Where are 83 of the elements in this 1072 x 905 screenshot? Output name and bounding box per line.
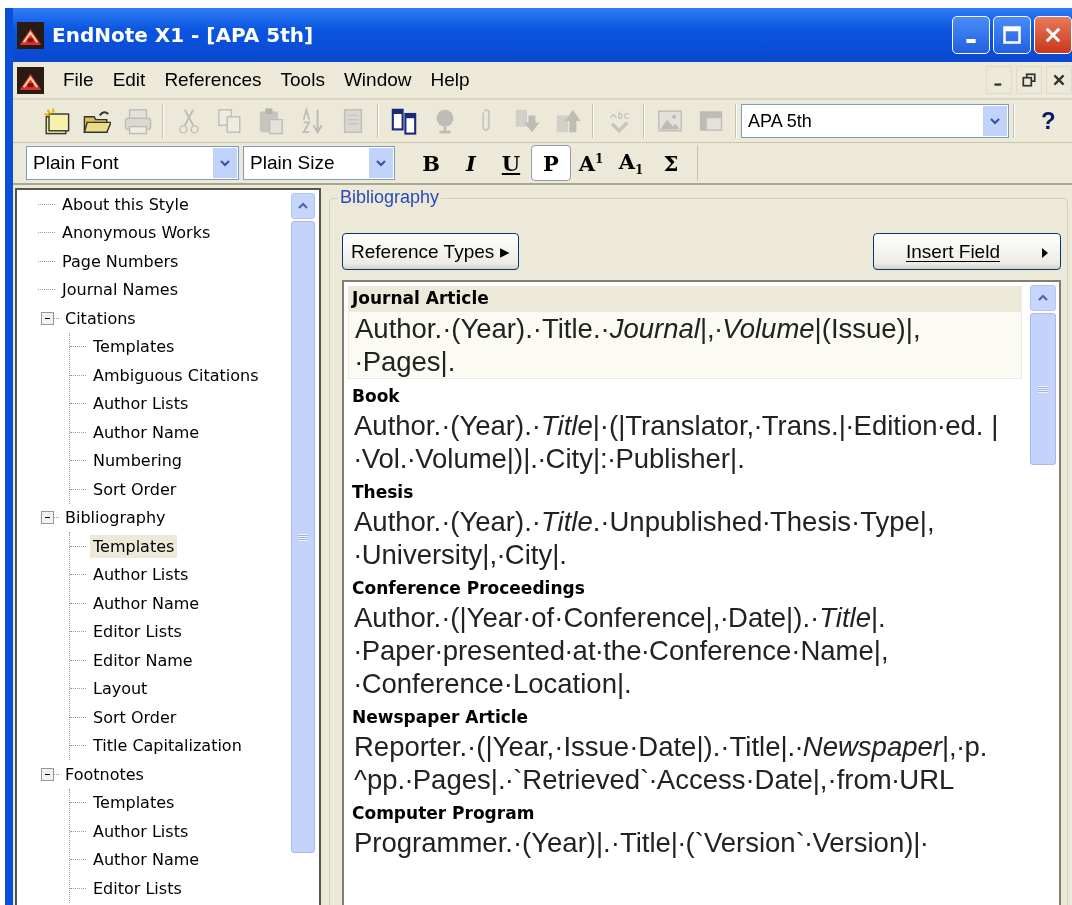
- tree-item[interactable]: Author Lists: [90, 819, 192, 843]
- underline-button[interactable]: U: [491, 145, 531, 181]
- reference-type-heading: Computer Program: [351, 802, 536, 825]
- maximize-button[interactable]: [993, 16, 1031, 54]
- document-logo-icon: [17, 66, 44, 94]
- tree-item[interactable]: Templates: [90, 335, 178, 359]
- mdi-close-button[interactable]: [1046, 66, 1072, 94]
- tree-item[interactable]: Author Lists: [90, 563, 192, 587]
- collapse-icon[interactable]: [41, 311, 54, 325]
- minimize-button[interactable]: [952, 16, 990, 54]
- tree-item[interactable]: Layout: [90, 677, 151, 701]
- help-button[interactable]: ?: [1035, 107, 1062, 135]
- font-dropdown[interactable]: Plain Font: [26, 146, 239, 180]
- italic-button[interactable]: I: [451, 145, 491, 181]
- tree-item[interactable]: Journal Names: [59, 278, 181, 302]
- menu-item[interactable]: References: [155, 69, 272, 91]
- reference-type-heading: Thesis: [351, 481, 415, 504]
- template-text: Reporter.·(|Year,·Issue·Date|).·Title|.∙Newspaper|,∙p. ^pp.∙Pages|.∙`Retrieved`∙Access·Date|,·from∙URL: [353, 730, 989, 796]
- scroll-up-icon[interactable]: [291, 193, 315, 219]
- group-title: Bibliography: [338, 187, 442, 208]
- tree-item[interactable]: Templates: [90, 791, 178, 815]
- bold-button[interactable]: B: [411, 145, 451, 181]
- tree-item[interactable]: Ambiguous Citations: [90, 363, 262, 387]
- minimize-icon: [994, 83, 1002, 86]
- style-dropdown[interactable]: APA 5th: [741, 104, 1009, 138]
- tree-item[interactable]: Author Name: [90, 591, 203, 615]
- menu-item[interactable]: Tools: [271, 69, 335, 91]
- maximize-icon: [1002, 25, 1022, 45]
- tree-item[interactable]: Author Lists: [90, 392, 192, 416]
- close-icon: [1053, 74, 1065, 86]
- window-title: EndNote X1 - [APA 5th]: [52, 23, 315, 47]
- tree-item[interactable]: Editor Lists: [90, 620, 185, 644]
- template-entry[interactable]: Thesis Author.·(Year).·Title.·Unpublished∙Thesis·Type|, ∙University|,∙City|.: [348, 480, 1022, 571]
- reference-type-heading: Conference Proceedings: [351, 577, 586, 600]
- minimize-icon: [966, 39, 976, 43]
- tree-item[interactable]: Author Name: [90, 420, 203, 444]
- template-text: Author.·(|Year·of·Conference|,∙Date|).·Title|. ∙Paper∙presented∙at∙the∙Conference·Name|, ∙Conference·Location|.: [353, 601, 890, 700]
- scroll-thumb[interactable]: [1030, 313, 1056, 465]
- tree-item[interactable]: Citations: [62, 306, 139, 330]
- menu-item[interactable]: Help: [421, 69, 480, 91]
- template-text: Author.·(Year).·Title.·Journal|,∙Volume|(Issue)|, ∙Pages|.: [348, 311, 1022, 379]
- plain-button[interactable]: P: [531, 145, 571, 181]
- menu-item[interactable]: File: [54, 69, 104, 91]
- template-text: Author.·(Year).·Title|·(|Translator,∙Trans.|∙Edition∙ed. |∙Vol.∙Volume|)|.∙City|:∙Publisher|.: [353, 409, 1000, 475]
- app-logo-icon: [17, 21, 44, 49]
- insert-field-button[interactable]: Insert Field: [873, 233, 1061, 270]
- tree-item[interactable]: Author Name: [90, 848, 203, 872]
- tree-item[interactable]: Title Capitalization: [90, 734, 245, 758]
- template-entry[interactable]: Computer Program Programmer.·(Year)|.·Title|∙(`Version`∙Version)|∙: [348, 801, 1022, 859]
- tree-item[interactable]: Numbering: [90, 449, 185, 473]
- template-entry[interactable]: Journal Article Author.·(Year).·Title.·Journal|,∙Volume|(Issue)|, ∙Pages|.: [348, 286, 1022, 379]
- tree-item[interactable]: Anonymous Works: [59, 221, 214, 245]
- mdi-restore-button[interactable]: [1016, 66, 1042, 94]
- tree-item[interactable]: Templates: [90, 534, 178, 558]
- collapse-icon[interactable]: [41, 767, 54, 781]
- reference-types-button[interactable]: Reference Types ▸: [342, 233, 519, 270]
- template-entry[interactable]: Conference Proceedings Author.·(|Year·of·Conference|,∙Date|).·Title|. ∙Paper∙presented∙at∙the∙Conference·Name|, ∙Conference·Location|.: [348, 576, 1022, 700]
- close-button[interactable]: [1034, 16, 1072, 54]
- template-entry[interactable]: Newspaper Article Reporter.·(|Year,·Issue·Date|).·Title|.∙Newspaper|,∙p. ^pp.∙Pages|.∙`Retrieved`∙Access·Date|,·from∙URL: [348, 705, 1022, 796]
- sub-button[interactable]: A$_{1}$: [611, 145, 651, 181]
- scroll-up-icon[interactable]: [1030, 285, 1056, 311]
- template-text: Author.·(Year).·Title.·Unpublished∙Thesis·Type|, ∙University|,∙City|.: [353, 505, 936, 571]
- tree-item[interactable]: About this Style: [59, 192, 192, 216]
- collapse-icon[interactable]: [41, 511, 54, 525]
- tree-item[interactable]: Editor Lists: [90, 876, 185, 900]
- restore-icon: [1022, 73, 1036, 87]
- menu-item[interactable]: Edit: [103, 69, 156, 91]
- tree-item[interactable]: Bibliography: [62, 506, 169, 530]
- super-button[interactable]: A$^{1}$: [571, 145, 611, 181]
- menu-item[interactable]: Window: [334, 69, 422, 91]
- reference-type-heading: Journal Article: [348, 286, 1022, 311]
- close-icon: [1043, 25, 1063, 45]
- size-dropdown[interactable]: Plain Size: [243, 146, 395, 180]
- template-text: Programmer.·(Year)|.·Title|∙(`Version`∙Version)|∙: [353, 826, 930, 859]
- symbol-button[interactable]: Σ: [651, 145, 691, 181]
- tree-item[interactable]: Footnotes: [62, 762, 147, 786]
- reference-type-heading: Book: [351, 385, 401, 408]
- tree-item[interactable]: Editor Name: [90, 648, 196, 672]
- reference-type-heading: Newspaper Article: [351, 706, 530, 729]
- tree-item[interactable]: Sort Order: [90, 477, 180, 501]
- tree-item[interactable]: Sort Order: [90, 705, 180, 729]
- template-entry[interactable]: Book Author.·(Year).·Title|·(|Translator,∙Trans.|∙Edition∙ed. |∙Vol.∙Volume|)|.∙City|:∙Publisher|.: [348, 384, 1022, 475]
- tree-item[interactable]: Page Numbers: [59, 249, 182, 273]
